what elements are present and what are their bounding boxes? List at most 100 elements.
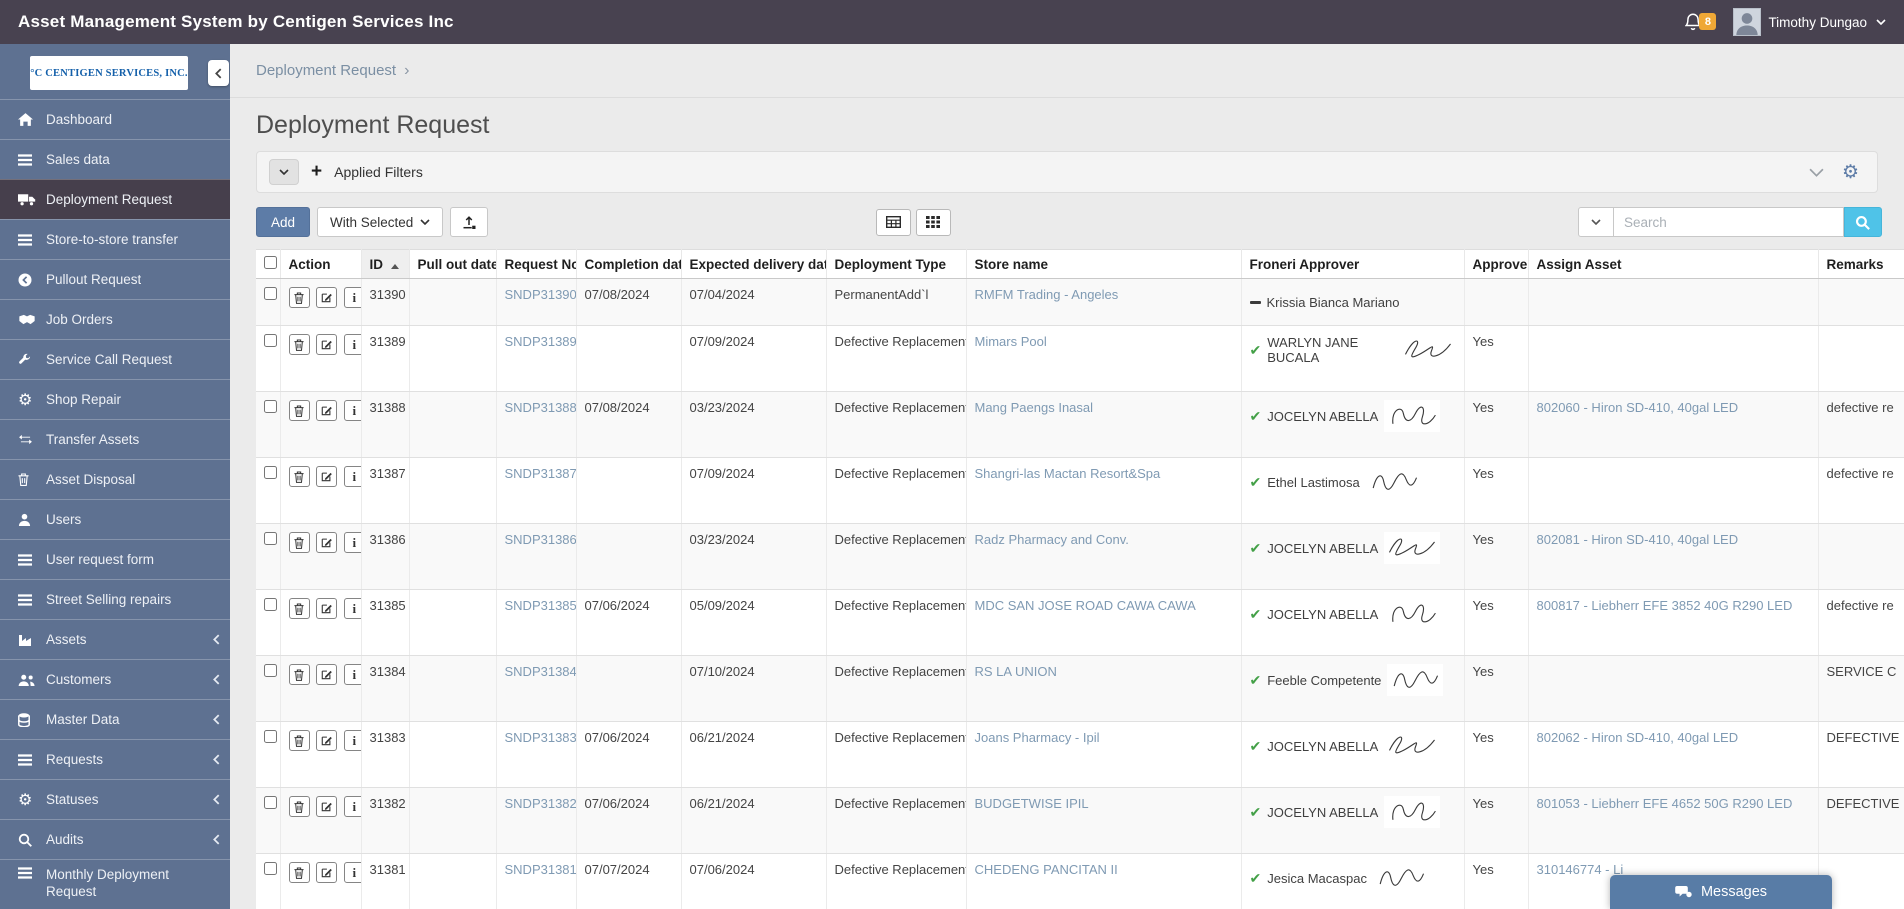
delete-button[interactable] (288, 334, 310, 355)
request-no-link[interactable]: SNDP31385 (496, 589, 577, 656)
request-no-link[interactable]: SNDP31390 (496, 278, 577, 326)
assign-asset-link[interactable]: 800817 - Liebherr EFE 3852 40G R290 LED (1528, 589, 1819, 656)
edit-button[interactable] (316, 400, 338, 421)
sidebar-item-users[interactable]: Users (0, 499, 230, 539)
filters-collapse-button[interactable] (1809, 168, 1824, 177)
info-button[interactable]: i (343, 862, 360, 883)
edit-button[interactable] (316, 862, 338, 883)
sidebar-item-user-request-form[interactable]: User request form (0, 539, 230, 579)
request-no-link[interactable]: SNDP31387 (496, 457, 577, 524)
search-button[interactable] (1843, 207, 1882, 237)
sidebar-item-transfer-assets[interactable]: Transfer Assets (0, 419, 230, 459)
assign-asset-link[interactable] (1528, 278, 1819, 326)
column-header-completion-date[interactable]: Completion date (576, 249, 682, 279)
delete-button[interactable] (288, 664, 310, 685)
delete-button[interactable] (288, 730, 310, 751)
row-checkbox[interactable] (264, 730, 277, 743)
assign-asset-link[interactable]: 802062 - Hiron SD-410, 40gal LED (1528, 721, 1819, 788)
sidebar-item-customers[interactable]: Customers (0, 659, 230, 699)
assign-asset-link[interactable]: 802060 - Hiron SD-410, 40gal LED (1528, 391, 1819, 458)
sidebar-item-dashboard[interactable]: Dashboard (0, 99, 230, 139)
column-header-froneri-approver[interactable]: Froneri Approver (1241, 249, 1465, 279)
notifications-button[interactable]: 8 (1685, 13, 1717, 31)
store-name-link[interactable]: Radz Pharmacy and Conv. (966, 523, 1242, 590)
info-button[interactable]: i (343, 466, 360, 487)
column-header-remarks[interactable]: Remarks (1818, 249, 1904, 279)
sidebar-item-sales-data[interactable]: Sales data (0, 139, 230, 179)
column-header-request-no[interactable]: Request No (496, 249, 577, 279)
delete-button[interactable] (288, 862, 310, 883)
delete-button[interactable] (288, 532, 310, 553)
avatar[interactable] (1733, 8, 1762, 36)
delete-button[interactable] (288, 466, 310, 487)
store-name-link[interactable]: BUDGETWISE IPIL (966, 787, 1242, 854)
store-name-link[interactable]: Joans Pharmacy - Ipil (966, 721, 1242, 788)
sidebar-collapse-button[interactable] (208, 60, 229, 86)
row-checkbox[interactable] (264, 400, 277, 413)
store-name-link[interactable]: RMFM Trading - Angeles (966, 278, 1242, 326)
with-selected-dropdown[interactable]: With Selected (317, 207, 444, 237)
sidebar-item-store-to-store-transfer[interactable]: Store-to-store transfer (0, 219, 230, 259)
info-button[interactable]: i (343, 532, 360, 553)
sidebar-item-statuses[interactable]: ⚙ Statuses (0, 779, 230, 819)
sidebar-item-shop-repair[interactable]: ⚙ Shop Repair (0, 379, 230, 419)
edit-button[interactable] (316, 334, 338, 355)
sidebar-item-requests[interactable]: Requests (0, 739, 230, 779)
assign-asset-link[interactable] (1528, 655, 1819, 722)
export-button[interactable] (450, 207, 489, 237)
row-checkbox[interactable] (264, 862, 277, 875)
sidebar-item-audits[interactable]: Audits (0, 819, 230, 859)
messages-button[interactable]: Messages (1610, 875, 1832, 909)
row-checkbox[interactable] (264, 287, 277, 300)
store-name-link[interactable]: Shangri-las Mactan Resort&Spa (966, 457, 1242, 524)
info-button[interactable]: i (343, 287, 360, 308)
gear-icon[interactable]: ⚙ (1842, 163, 1859, 182)
table-view-button[interactable] (875, 208, 911, 236)
assign-asset-link[interactable] (1528, 325, 1819, 392)
delete-button[interactable] (288, 796, 310, 817)
edit-button[interactable] (316, 664, 338, 685)
column-header-assign-asset[interactable]: Assign Asset (1528, 249, 1819, 279)
column-header-id[interactable]: ID (361, 249, 410, 279)
edit-button[interactable] (316, 796, 338, 817)
row-checkbox[interactable] (264, 334, 277, 347)
row-checkbox[interactable] (264, 466, 277, 479)
select-all-checkbox[interactable] (264, 256, 277, 269)
info-button[interactable]: i (343, 334, 360, 355)
column-header-store-name[interactable]: Store name (966, 249, 1242, 279)
edit-button[interactable] (316, 287, 338, 308)
info-button[interactable]: i (343, 400, 360, 421)
store-name-link[interactable]: MDC SAN JOSE ROAD CAWA CAWA (966, 589, 1242, 656)
info-button[interactable]: i (343, 796, 360, 817)
sidebar-item-deployment-request[interactable]: Deployment Request (0, 179, 230, 219)
sidebar-item-asset-disposal[interactable]: Asset Disposal (0, 459, 230, 499)
row-checkbox[interactable] (264, 598, 277, 611)
edit-button[interactable] (316, 598, 338, 619)
request-no-link[interactable]: SNDP31388 (496, 391, 577, 458)
search-options-dropdown[interactable] (1577, 207, 1614, 237)
grid-view-button[interactable] (915, 208, 951, 236)
sidebar-item-street-selling-repairs[interactable]: Street Selling repairs (0, 579, 230, 619)
chevron-down-icon[interactable] (1876, 19, 1886, 25)
column-header-pull-out-date[interactable]: Pull out date (409, 249, 497, 279)
info-button[interactable]: i (343, 664, 360, 685)
delete-button[interactable] (288, 598, 310, 619)
sidebar-item-monthly-deployment-request[interactable]: Monthly Deployment Request (0, 859, 230, 909)
column-header-approve[interactable]: Approve (1464, 249, 1529, 279)
row-checkbox[interactable] (264, 796, 277, 809)
request-no-link[interactable]: SNDP31386 (496, 523, 577, 590)
sidebar-item-assets[interactable]: Assets (0, 619, 230, 659)
edit-button[interactable] (316, 532, 338, 553)
add-filter-button[interactable]: + (309, 161, 324, 183)
assign-asset-link[interactable] (1528, 457, 1819, 524)
add-button[interactable]: Add (256, 207, 310, 237)
request-no-link[interactable]: SNDP31381 (496, 853, 577, 909)
request-no-link[interactable]: SNDP31383 (496, 721, 577, 788)
sidebar-item-service-call-request[interactable]: Service Call Request (0, 339, 230, 379)
column-header-deployment-type[interactable]: Deployment Type (826, 249, 967, 279)
request-no-link[interactable]: SNDP31389 (496, 325, 577, 392)
store-name-link[interactable]: CHEDENG PANCITAN II (966, 853, 1242, 909)
column-header-action[interactable]: Action (280, 249, 362, 279)
search-input[interactable] (1613, 207, 1844, 237)
request-no-link[interactable]: SNDP31382 (496, 787, 577, 854)
